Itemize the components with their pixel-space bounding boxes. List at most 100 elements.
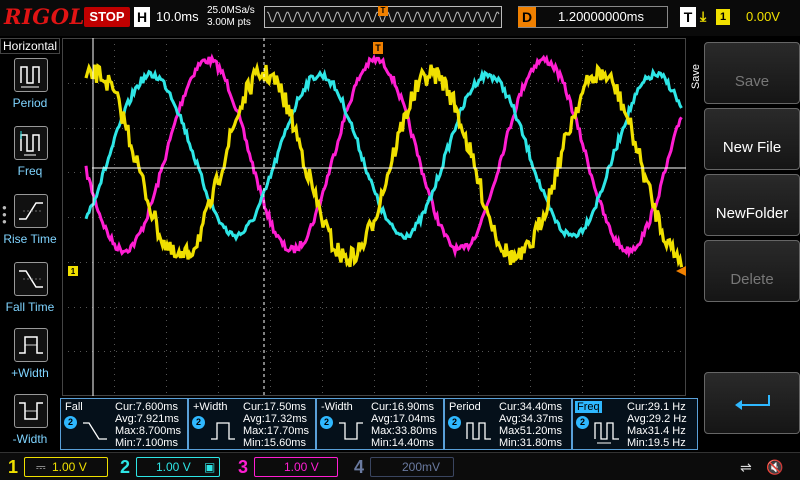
rise-time-icon [14,194,48,228]
measurement-title: -Width [321,401,353,413]
measurement-avg: Avg:34.37ms [499,413,564,425]
measurement-avg: Avg:29.2 Hz [627,413,687,425]
ch2-waveform [84,67,683,242]
measurement-title: Period [449,401,481,413]
measure-period-label: Period [12,96,48,110]
ch1-waveform [84,61,684,268]
measurement-cur: Cur:16.90ms [371,401,434,413]
negative-width-icon [14,394,48,428]
measure-fall-time-button[interactable]: Fall Time [0,262,60,328]
ch4-scale[interactable]: 200mV [402,460,440,474]
delete-label: Delete [730,271,774,288]
frequency-icon [594,422,619,444]
measurement-cur: Cur:17.50ms [243,401,306,413]
measurement-title: Freq [575,401,602,413]
ch1-dc-coupling-icon: ⎓ [36,460,46,474]
measure-rise-time-label: Rise Time [3,232,57,246]
save-label: Save [734,73,770,90]
measurement-positive-width[interactable]: +Width 2 Cur:17.50ms Avg:17.32ms Max:17.… [188,398,316,450]
ch1-scale[interactable]: 1.00 V [52,460,87,474]
delay-value[interactable]: 1.20000000ms [558,9,644,24]
measurement-cur: Cur:7.600ms [115,401,178,413]
measure-menu: Horizontal Period Freq ● ● ● Rise Time Fal… [0,38,60,452]
ch3-waveform [84,53,683,259]
ch3-scale[interactable]: 1.00 V [284,460,319,474]
measurement-max: Max:33.80ms [371,425,438,437]
measurement-max: Max31.4 Hz [627,425,686,437]
measure-rise-time-button[interactable]: Rise Time [0,194,60,260]
usb-icon: ⇌ [740,459,752,475]
measurement-avg: Avg:17.32ms [243,413,308,425]
ch4-number[interactable]: 4 [354,457,364,478]
delete-button[interactable]: Delete [704,240,800,302]
measurement-channel: 2 [192,416,205,429]
measurement-values: Cur:34.40ms Avg:34.37ms Max51.20ms Min:3… [499,401,563,449]
frequency-icon [14,126,48,160]
waveform-display[interactable]: T 1 [62,38,686,396]
fall-time-icon [14,262,48,296]
run-stop-indicator[interactable]: STOP [84,7,130,27]
softkey-menu: Save Save New File NewFolder Delete [690,38,800,452]
measurement-max: Max51.20ms [499,425,562,437]
measurement-fall[interactable]: Fall 2 Cur:7.600ms Avg:7.921ms Max:8.700… [60,398,188,450]
measurement-results-bar: Fall 2 Cur:7.600ms Avg:7.921ms Max:8.700… [60,396,700,452]
measurement-cur: Cur:34.40ms [499,401,562,413]
svg-text:T: T [375,43,381,53]
measure-negative-width-button[interactable]: -Width [0,394,60,460]
measure-positive-width-label: +Width [11,366,49,380]
measurement-negative-width[interactable]: -Width 2 Cur:16.90ms Avg:17.04ms Max:33.… [316,398,444,450]
fall-time-icon [83,422,107,440]
measurement-frequency[interactable]: Freq 2 Cur:29.1 Hz Avg:29.2 Hz Max31.4 H… [572,398,698,450]
period-icon [466,422,491,440]
trigger-source[interactable]: 1 [716,9,730,25]
measurement-values: Cur:16.90ms Avg:17.04ms Max:33.80ms Min:… [371,401,437,449]
measure-category-title[interactable]: Horizontal [0,38,60,54]
new-folder-button[interactable]: NewFolder [704,174,800,236]
positive-width-icon [14,328,48,362]
measure-freq-button[interactable]: Freq [0,126,60,192]
negative-width-icon [339,422,363,440]
trigger-position-top-marker[interactable]: T [373,42,383,54]
measure-freq-label: Freq [17,164,43,178]
measurement-min: Min:15.60ms [243,437,306,449]
measurement-values: Cur:17.50ms Avg:17.32ms Max:17.70ms Min:… [243,401,309,449]
delay-label: D [518,7,536,27]
timebase-label: H [134,7,150,27]
enter-arrow-icon [735,395,770,410]
measurement-max: Max:17.70ms [243,425,310,437]
waveform-canvas: T 1 [62,38,686,396]
trigger-label: T [680,7,696,27]
trigger-level[interactable]: 0.00V [746,9,780,24]
trigger-level-marker[interactable] [676,266,686,276]
enter-button[interactable] [704,372,800,434]
measure-period-button[interactable]: Period [0,58,60,124]
measurement-values: Cur:29.1 Hz Avg:29.2 Hz Max31.4 Hz Min:1… [627,401,687,449]
ch2-number[interactable]: 2 [120,457,130,478]
ch2-bandwidth-limit-icon: ▣ [204,460,216,474]
save-button[interactable]: Save [704,42,800,104]
speaker-muted-icon: 🔇 [766,459,784,475]
ch1-number[interactable]: 1 [8,457,18,478]
measurement-channel: 2 [448,416,461,429]
softkey-menu-title: Save [690,64,702,90]
top-status-bar: RIGOL STOP H 10.0ms 25.0MSa/s 3.00M pts … [0,0,800,36]
measure-positive-width-button[interactable]: +Width [0,328,60,394]
measurement-cur: Cur:29.1 Hz [627,401,686,413]
measure-fall-time-label: Fall Time [5,300,55,314]
measurement-period[interactable]: Period 2 Cur:34.40ms Avg:34.37ms Max51.2… [444,398,572,450]
timebase-value[interactable]: 10.0ms [156,9,199,24]
new-file-label: New File [722,139,782,156]
ch3-number[interactable]: 3 [238,457,248,478]
trigger-position-marker[interactable]: T [378,6,388,16]
measurement-avg: Avg:17.04ms [371,413,436,425]
period-icon [14,58,48,92]
channel-status-bar: 1 ⎓ 1.00 V 2 1.00 V ▣ 3 1.00 V 4 200mV ⇌… [0,452,800,480]
measurement-max: Max:8.700ms [115,425,182,437]
measurement-values: Cur:7.600ms Avg:7.921ms Max:8.700ms Min:… [115,401,181,449]
falling-edge-icon: ⤓ [700,8,707,24]
ch2-scale[interactable]: 1.00 V [156,460,191,474]
ch1-ground-marker[interactable]: 1 [68,266,78,276]
measurement-min: Min:31.80ms [499,437,562,449]
measurement-min: Min:7.100ms [115,437,178,449]
new-file-button[interactable]: New File [704,108,800,170]
